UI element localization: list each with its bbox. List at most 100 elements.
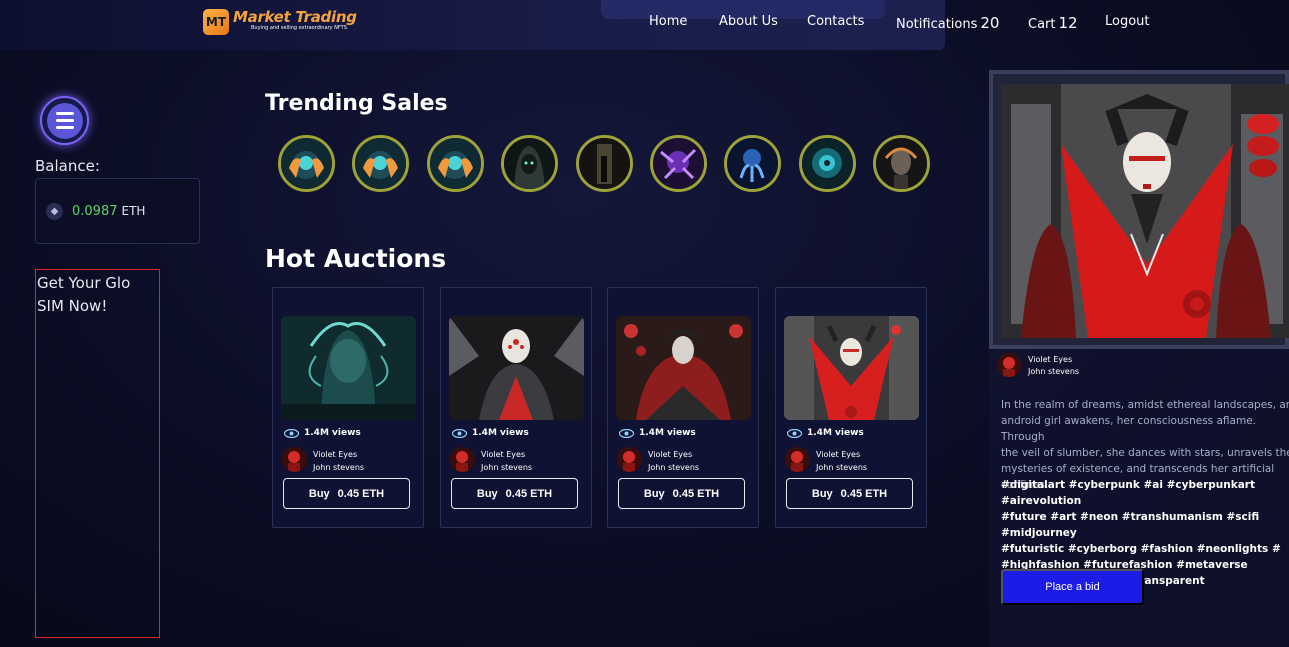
dark-corridor-image bbox=[579, 138, 630, 189]
balance-value: 0.0987 bbox=[72, 203, 118, 219]
nav-contacts-label: Contacts bbox=[807, 14, 865, 29]
creator-avatar[interactable] bbox=[450, 447, 475, 472]
hooded-figure-image bbox=[504, 138, 555, 189]
buy-button[interactable]: Buy 0.45 ETH bbox=[283, 478, 410, 509]
hamburger-icon bbox=[46, 102, 83, 139]
top-header: MT Market Trading Buying and selling ext… bbox=[0, 0, 1150, 50]
eye-icon bbox=[284, 428, 299, 438]
featured-creator-name-1: Violet Eyes bbox=[1028, 355, 1073, 364]
creator-avatar-image bbox=[450, 447, 475, 472]
buy-button[interactable]: Buy 0.45 ETH bbox=[786, 478, 913, 509]
logo[interactable]: MT Market Trading Buying and selling ext… bbox=[203, 8, 357, 35]
nav-cart-label: Cart bbox=[1028, 17, 1056, 32]
teal-creature-image bbox=[802, 138, 853, 189]
trending-title: Trending Sales bbox=[265, 91, 448, 116]
views-label: 1.4M views bbox=[304, 428, 361, 438]
buy-button[interactable]: Buy 0.45 ETH bbox=[618, 478, 745, 509]
buy-label: Buy bbox=[643, 487, 665, 500]
auctions-title: Hot Auctions bbox=[265, 244, 447, 273]
creator-name-2: John stevens bbox=[313, 463, 365, 472]
price-label: 0.45 ETH bbox=[505, 487, 553, 500]
balance-box: ◆ 0.0987 ETH bbox=[35, 178, 200, 244]
views-count: 1.4M views bbox=[284, 428, 361, 438]
cart-count: 12 bbox=[1058, 14, 1078, 32]
nav-logout[interactable]: Logout bbox=[1105, 14, 1150, 32]
creator-avatar-image bbox=[617, 447, 642, 472]
creator-name-1: Violet Eyes bbox=[816, 450, 861, 459]
nav-notifications[interactable]: Notifications 20 bbox=[896, 14, 1028, 32]
red-cloak-geisha-image bbox=[616, 316, 751, 420]
purple-creature-image bbox=[653, 138, 704, 189]
balance-unit: ETH bbox=[121, 204, 146, 218]
buy-label: Buy bbox=[811, 487, 833, 500]
creator-avatar-image bbox=[997, 353, 1021, 377]
auction-image bbox=[449, 316, 584, 420]
buy-button[interactable]: Buy 0.45 ETH bbox=[451, 478, 578, 509]
nav-home[interactable]: Home bbox=[649, 14, 719, 32]
cyborg-portrait-image bbox=[876, 138, 927, 189]
trending-avatar-4[interactable] bbox=[501, 135, 558, 192]
trending-avatar-1[interactable] bbox=[278, 135, 335, 192]
auction-image bbox=[281, 316, 416, 420]
auction-card[interactable]: 1.4M views Violet Eyes John stevens Buy … bbox=[775, 287, 927, 528]
views-count: 1.4M views bbox=[619, 428, 696, 438]
buy-label: Buy bbox=[476, 487, 498, 500]
nav-home-label: Home bbox=[649, 14, 688, 29]
menu-toggle-button[interactable] bbox=[40, 96, 89, 145]
auction-card[interactable]: 1.4M views Violet Eyes John stevens Buy … bbox=[272, 287, 424, 528]
creator-avatar-image bbox=[785, 447, 810, 472]
logo-icon: MT bbox=[203, 9, 229, 35]
trending-avatar-9[interactable] bbox=[873, 135, 930, 192]
nav-contacts[interactable]: Contacts bbox=[807, 14, 896, 32]
featured-creator-avatar[interactable] bbox=[997, 353, 1021, 377]
featured-image-frame bbox=[989, 70, 1289, 349]
auction-card[interactable]: 1.4M views Violet Eyes John stevens Buy … bbox=[607, 287, 759, 528]
auction-card[interactable]: 1.4M views Violet Eyes John stevens Buy … bbox=[440, 287, 592, 528]
ethereum-icon: ◆ bbox=[46, 202, 63, 220]
astronaut-helmet-image bbox=[281, 138, 332, 189]
blue-octopus-image bbox=[727, 138, 778, 189]
featured-creator-name-2: John stevens bbox=[1028, 367, 1080, 376]
ad-text: Get Your Glo SIM Now! bbox=[37, 274, 131, 315]
trending-avatar-5[interactable] bbox=[576, 135, 633, 192]
trending-avatar-7[interactable] bbox=[724, 135, 781, 192]
auction-image bbox=[616, 316, 751, 420]
creator-avatar[interactable] bbox=[785, 447, 810, 472]
white-mask-geisha-image bbox=[449, 316, 584, 420]
nav-about-us[interactable]: About Us bbox=[719, 14, 807, 32]
balance-label: Balance: bbox=[35, 157, 100, 175]
main-nav: Home About Us Contacts Notifications 20 C… bbox=[649, 14, 1150, 32]
auction-image bbox=[784, 316, 919, 420]
creator-name-2: John stevens bbox=[648, 463, 700, 472]
price-label: 0.45 ETH bbox=[337, 487, 385, 500]
nav-cart[interactable]: Cart 12 bbox=[1028, 14, 1105, 32]
featured-panel: Violet Eyes John stevens In the realm of… bbox=[989, 70, 1289, 647]
creator-avatar[interactable] bbox=[617, 447, 642, 472]
logo-title: Market Trading bbox=[233, 8, 357, 26]
trending-avatar-3[interactable] bbox=[427, 135, 484, 192]
trending-avatar-6[interactable] bbox=[650, 135, 707, 192]
views-count: 1.4M views bbox=[787, 428, 864, 438]
eye-icon bbox=[452, 428, 467, 438]
notifications-count: 20 bbox=[980, 14, 1000, 32]
nav-about-label: About Us bbox=[719, 14, 778, 29]
place-bid-button[interactable]: Place a bid bbox=[1001, 569, 1144, 605]
views-label: 1.4M views bbox=[639, 428, 696, 438]
creator-name-2: John stevens bbox=[481, 463, 533, 472]
featured-image[interactable] bbox=[1001, 84, 1289, 338]
price-label: 0.45 ETH bbox=[840, 487, 888, 500]
creator-info: Violet Eyes John stevens bbox=[648, 448, 699, 474]
nav-notifications-label: Notifications bbox=[896, 17, 978, 32]
ad-banner[interactable]: Get Your Glo SIM Now! bbox=[35, 269, 160, 638]
views-label: 1.4M views bbox=[807, 428, 864, 438]
creator-info: Violet Eyes John stevens bbox=[481, 448, 532, 474]
creator-info: Violet Eyes John stevens bbox=[313, 448, 364, 474]
creator-avatar[interactable] bbox=[282, 447, 307, 472]
views-count: 1.4M views bbox=[452, 428, 529, 438]
astronaut-helmet-image bbox=[355, 138, 406, 189]
creator-info: Violet Eyes John stevens bbox=[816, 448, 867, 474]
trending-avatar-2[interactable] bbox=[352, 135, 409, 192]
creator-avatar-image bbox=[282, 447, 307, 472]
nav-logout-label: Logout bbox=[1105, 14, 1150, 29]
trending-avatar-8[interactable] bbox=[799, 135, 856, 192]
